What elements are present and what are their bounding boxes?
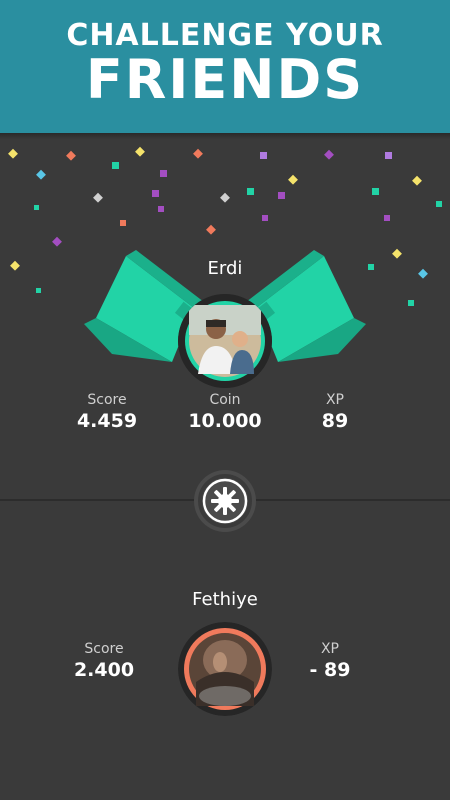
header-title-line2: FRIENDS [85, 48, 365, 111]
xp-value: 89 [321, 410, 349, 432]
score-value: 2.400 [73, 659, 135, 681]
score-value: 4.459 [76, 410, 138, 432]
banner-shadow [0, 133, 450, 139]
header-banner: CHALLENGE YOUR FRIENDS [0, 0, 450, 133]
gear-icon [198, 474, 252, 528]
player2-name: Fethiye [192, 589, 258, 610]
player2-xp: XP - 89 [270, 641, 390, 681]
coin-value: 10.000 [188, 410, 262, 432]
coin-label: Coin [209, 392, 241, 408]
player1-xp: XP 89 [275, 392, 395, 432]
player2-avatar[interactable] [178, 622, 272, 716]
player2-score: Score 2.400 [44, 641, 164, 681]
player1-avatar[interactable] [178, 294, 272, 388]
versus-button[interactable] [194, 470, 256, 532]
xp-label: XP [320, 641, 340, 657]
xp-value: - 89 [309, 659, 351, 681]
player1-coin: Coin 10.000 [165, 392, 285, 432]
xp-label: XP [325, 392, 345, 408]
player1-score: Score 4.459 [47, 392, 167, 432]
score-label: Score [87, 392, 127, 408]
score-label: Score [84, 641, 124, 657]
